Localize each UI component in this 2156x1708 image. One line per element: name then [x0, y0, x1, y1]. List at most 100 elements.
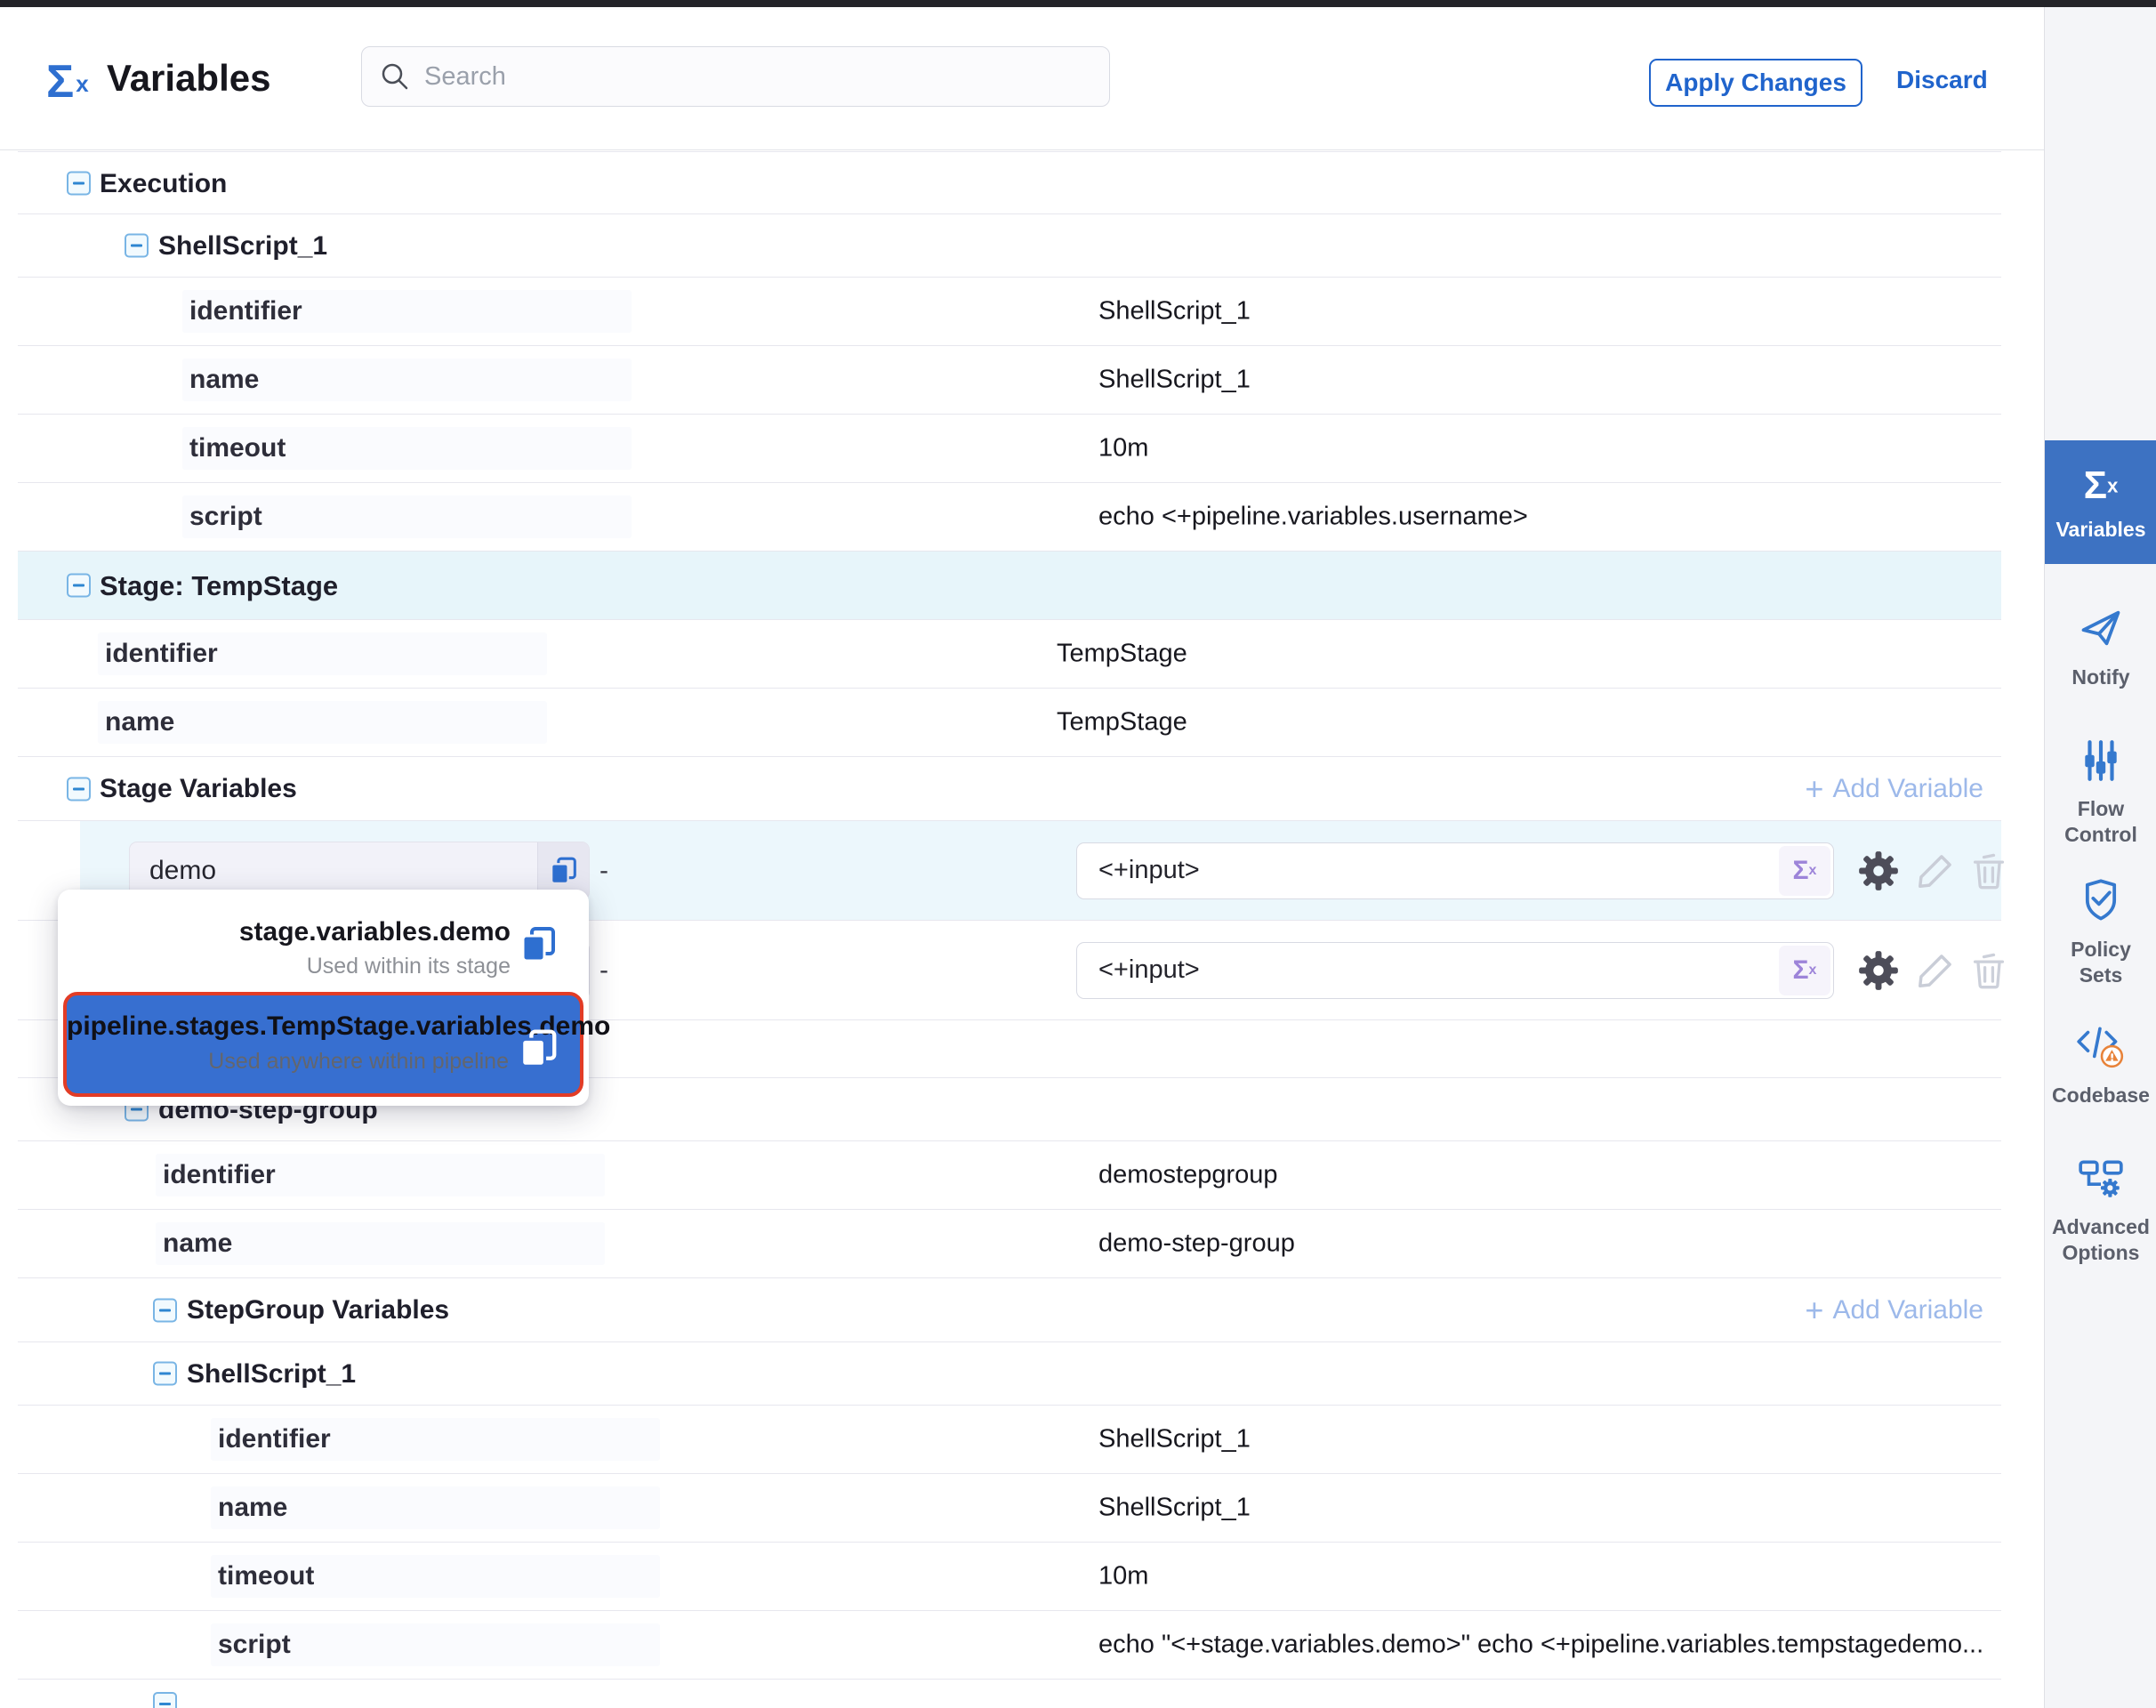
sidebar-item-policy-sets[interactable]: Policy Sets — [2045, 877, 2156, 988]
delete-trash-icon[interactable] — [1967, 949, 2010, 992]
property-key: script — [218, 1630, 291, 1660]
sidebar-item-flow-control[interactable]: Flow Control — [2045, 738, 2156, 848]
sidebar-item-variables[interactable]: Σx Variables — [2045, 440, 2156, 564]
variable-name-text: demo — [130, 856, 537, 886]
plus-icon: + — [1805, 770, 1823, 808]
discard-button[interactable]: Discard — [1896, 66, 1988, 94]
property-key: identifier — [189, 296, 302, 326]
property-key: identifier — [105, 639, 218, 669]
add-variable-label: Add Variable — [1832, 774, 1983, 804]
expression-scope-text: Used anywhere within pipeline — [67, 1045, 509, 1077]
expression-option-pipeline-scope[interactable]: pipeline.stages.TempStage.variables.demo… — [63, 992, 583, 1097]
property-key-pill: timeout — [182, 427, 632, 470]
variable-value-input[interactable]: <+input>Σx — [1076, 942, 1834, 999]
search-icon — [380, 61, 410, 92]
page-title: Variables — [107, 57, 270, 100]
property-value: TempStage — [1057, 708, 1187, 737]
collapse-minus-icon[interactable] — [153, 1692, 177, 1708]
copy-icon[interactable] — [514, 1024, 564, 1078]
runtime-input-sigma-icon[interactable]: Σx — [1779, 946, 1830, 995]
collapse-minus-icon[interactable] — [125, 234, 149, 258]
add-variable-button[interactable]: +Add Variable — [1805, 1292, 1983, 1329]
property-key-pill: script — [182, 495, 632, 538]
property-row: nameShellScript_1 — [18, 346, 2001, 415]
edit-pencil-icon[interactable] — [1914, 850, 1957, 892]
property-key-pill: identifier — [211, 1418, 660, 1461]
property-value: TempStage — [1057, 640, 1187, 669]
tree-node-label: ShellScript_1 — [158, 214, 327, 278]
delete-trash-icon[interactable] — [1967, 850, 2010, 892]
collapse-minus-icon[interactable] — [153, 1298, 177, 1322]
sigma-x-icon: Σx — [2084, 487, 2119, 502]
property-key-pill: timeout — [211, 1555, 660, 1598]
property-key-pill: name — [156, 1222, 605, 1265]
settings-gear-icon[interactable] — [1857, 850, 1900, 892]
edit-pencil-icon[interactable] — [1914, 949, 1957, 992]
property-key: name — [163, 1229, 232, 1259]
property-row: script echo <+pipeline.variables.username… — [18, 483, 2001, 552]
tree-group-row: ShellScript_1 — [18, 214, 2001, 278]
property-row: timeout 10m — [18, 1543, 2001, 1611]
property-key: timeout — [189, 433, 286, 463]
property-key: timeout — [218, 1561, 314, 1591]
variables-sigma-icon: Σx — [46, 57, 100, 107]
sidebar-item-notify[interactable]: Notify — [2045, 605, 2156, 690]
sigma-x-icon: Σx — [2084, 463, 2119, 508]
expression-scope-text: Used within its stage — [65, 950, 511, 982]
right-sidebar: Σx Variables Notify Flow Control Policy Sets… — [2044, 7, 2156, 1708]
property-value: ShellScript_1 — [1098, 297, 1251, 326]
property-value: 10m — [1098, 1562, 1148, 1591]
property-key-pill: script — [211, 1623, 660, 1666]
property-row: identifier TempStage — [18, 620, 2001, 689]
property-key: identifier — [218, 1424, 331, 1454]
sidebar-item-label: Codebase — [2052, 1083, 2150, 1108]
tree-node-label: Execution — [100, 152, 227, 215]
tree-group-row: Execution — [18, 151, 2001, 214]
tree-node-label: StepGroup Variables — [187, 1278, 449, 1342]
property-key-pill: identifier — [156, 1154, 605, 1196]
sidebar-item-label: Notify — [2072, 665, 2129, 690]
tree-node-label: Stage: TempStage — [100, 552, 338, 620]
settings-gear-icon[interactable] — [1857, 949, 1900, 992]
property-key: script — [189, 502, 262, 532]
variable-type-dash: - — [599, 856, 608, 886]
property-key: identifier — [163, 1160, 276, 1190]
property-value: 10m — [1098, 434, 1148, 463]
collapse-minus-icon[interactable] — [67, 171, 91, 195]
property-row: identifierdemostepgroup — [18, 1141, 2001, 1210]
property-row: identifierShellScript_1 — [18, 1406, 2001, 1474]
property-value: echo <+pipeline.variables.username> — [1098, 503, 1528, 532]
property-row: timeout 10m — [18, 415, 2001, 483]
property-value: ShellScript_1 — [1098, 366, 1251, 395]
collapse-minus-icon[interactable] — [67, 574, 91, 598]
property-value: echo "<+stage.variables.demo>" echo <+pi… — [1098, 1631, 1983, 1660]
tree-group-row: StepGroup Variables +Add Variable — [18, 1278, 2001, 1342]
sidebar-item-advanced-options[interactable]: Advanced Options — [2045, 1156, 2156, 1266]
property-key-pill: identifier — [98, 632, 547, 675]
collapse-minus-icon[interactable] — [67, 777, 91, 801]
variable-value-text: <+input> — [1077, 856, 1779, 885]
sidebar-item-label: Flow Control — [2052, 796, 2150, 848]
panel-header: Σx Variables Apply Changes Discard — [0, 7, 2044, 150]
paper-plane-icon — [2078, 605, 2124, 656]
property-row: nameShellScript_1 — [18, 1474, 2001, 1543]
tree-group-row: ShellScript_1 — [18, 1342, 2001, 1406]
expression-option-stage-scope[interactable]: stage.variables.demo Used within its sta… — [65, 914, 582, 982]
search-input[interactable] — [424, 62, 1091, 92]
sidebar-item-codebase[interactable]: Codebase — [2045, 1021, 2156, 1108]
add-variable-label: Add Variable — [1832, 1295, 1983, 1325]
copy-icon[interactable] — [516, 922, 562, 972]
runtime-input-sigma-icon[interactable]: Σx — [1779, 846, 1830, 896]
property-key: name — [218, 1493, 287, 1523]
add-variable-button[interactable]: + Add Variable — [1805, 770, 1983, 808]
collapse-minus-icon[interactable] — [153, 1362, 177, 1386]
clipped-tree-row — [18, 1680, 2001, 1704]
sidebar-item-label: Variables — [2055, 517, 2145, 543]
tree-group-row: Stage Variables+Add Variable — [18, 757, 2001, 821]
apply-changes-button[interactable]: Apply Changes — [1649, 59, 1862, 107]
expression-popup: stage.variables.demo Used within its sta… — [58, 890, 589, 1106]
search-box[interactable] — [361, 46, 1110, 107]
sidebar-item-label: Policy Sets — [2052, 937, 2150, 988]
variable-value-input[interactable]: <+input>Σx — [1076, 842, 1834, 899]
variables-panel: Σx Variables Apply Changes Discard Execu… — [0, 0, 2156, 1708]
